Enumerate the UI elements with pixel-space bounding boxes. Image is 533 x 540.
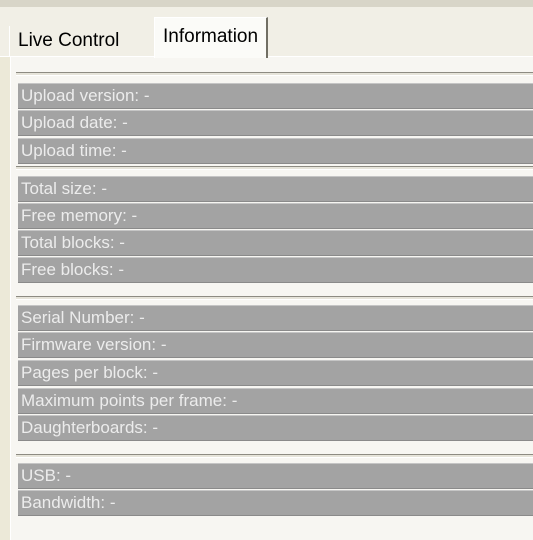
info-row-total-blocks: Total blocks: - (18, 230, 533, 256)
info-row-pages-per-block: Pages per block: - (18, 360, 533, 386)
info-row-upload-version: Upload version: - (18, 83, 533, 109)
info-row-bandwidth: Bandwidth: - (18, 490, 533, 516)
info-row-max-points-per-frame: Maximum points per frame: - (18, 388, 533, 414)
info-row-upload-time: Upload time: - (18, 138, 533, 164)
info-row-free-blocks: Free blocks: - (18, 257, 533, 283)
group-separator (16, 166, 533, 170)
info-row-serial-number: Serial Number: - (18, 305, 533, 331)
info-row-free-memory: Free memory: - (18, 203, 533, 229)
tab-strip: Live Control Information (0, 0, 533, 58)
info-row-daughterboards: Daughterboards: - (18, 415, 533, 441)
info-row-firmware-version: Firmware version: - (18, 332, 533, 358)
group-separator (16, 454, 533, 458)
group-separator (16, 296, 533, 300)
tab-information[interactable]: Information (154, 17, 269, 58)
group-separator (16, 72, 533, 76)
info-row-usb: USB: - (18, 463, 533, 489)
tab-live-control[interactable]: Live Control (9, 26, 127, 56)
info-row-upload-date: Upload date: - (18, 110, 533, 136)
info-row-total-size: Total size: - (18, 176, 533, 202)
